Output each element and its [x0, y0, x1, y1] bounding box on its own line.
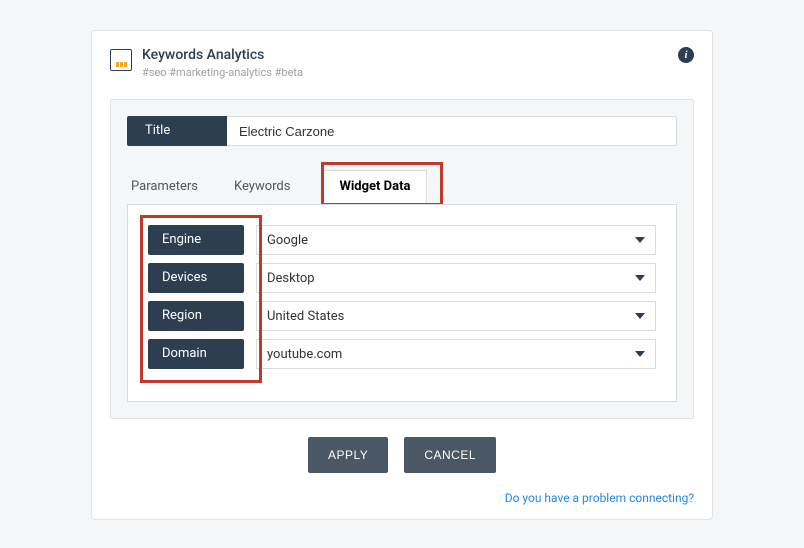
help-link[interactable]: Do you have a problem connecting? [505, 491, 694, 505]
field-engine-row: Engine Google [148, 225, 656, 255]
field-domain-row: Domain youtube.com [148, 339, 656, 369]
field-domain-value: youtube.com [267, 347, 342, 362]
field-region-value: United States [267, 309, 344, 324]
card-tags: #seo #marketing-analytics #beta [142, 66, 303, 79]
title-row: Title [111, 100, 693, 170]
tab-widget-data[interactable]: Widget Data [322, 170, 427, 205]
title-input[interactable] [227, 116, 677, 146]
header-text: Keywords Analytics #seo #marketing-analy… [142, 47, 303, 79]
apply-button[interactable]: APPLY [308, 437, 388, 473]
info-icon[interactable]: i [678, 47, 694, 63]
chevron-down-icon [635, 351, 645, 357]
tab-keywords[interactable]: Keywords [230, 171, 294, 204]
widget-data-panel: Engine Google Devices Desktop Region Uni… [127, 204, 677, 402]
field-region-label: Region [148, 301, 244, 331]
field-domain-label: Domain [148, 339, 244, 369]
field-devices-value: Desktop [267, 271, 315, 286]
field-devices-label: Devices [148, 263, 244, 293]
config-inner: Title Parameters Keywords Widget Data En… [110, 99, 694, 419]
field-devices-select[interactable]: Desktop [256, 263, 656, 293]
chevron-down-icon [635, 237, 645, 243]
tabs: Parameters Keywords Widget Data [111, 170, 693, 204]
widget-config-card: Keywords Analytics #seo #marketing-analy… [91, 30, 713, 520]
footer: Do you have a problem connecting? [110, 491, 694, 505]
field-engine-label: Engine [148, 225, 244, 255]
card-title: Keywords Analytics [142, 47, 303, 63]
tab-parameters[interactable]: Parameters [127, 171, 202, 204]
title-label: Title [127, 116, 227, 146]
field-engine-value: Google [267, 233, 308, 248]
field-domain-select[interactable]: youtube.com [256, 339, 656, 369]
cancel-button[interactable]: CANCEL [404, 437, 496, 473]
card-header: Keywords Analytics #seo #marketing-analy… [110, 47, 694, 79]
field-devices-row: Devices Desktop [148, 263, 656, 293]
field-region-select[interactable]: United States [256, 301, 656, 331]
chevron-down-icon [635, 275, 645, 281]
field-region-row: Region United States [148, 301, 656, 331]
field-engine-select[interactable]: Google [256, 225, 656, 255]
action-buttons: APPLY CANCEL [110, 437, 694, 473]
keywords-analytics-icon [110, 49, 132, 71]
chevron-down-icon [635, 313, 645, 319]
